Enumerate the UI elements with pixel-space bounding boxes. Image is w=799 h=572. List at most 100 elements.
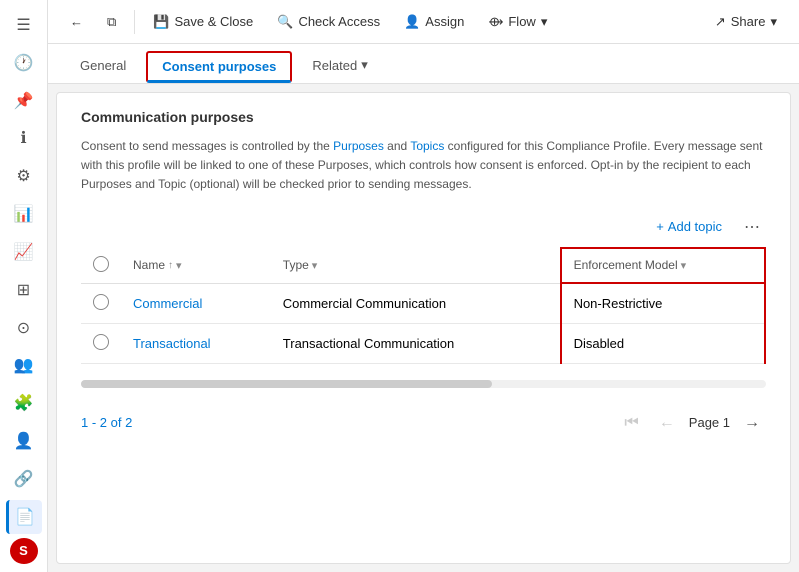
- assign-button[interactable]: 👤 Assign: [394, 10, 474, 34]
- info-icon: ℹ: [20, 128, 26, 148]
- person-add-item[interactable]: 👤: [6, 424, 42, 458]
- row1-check[interactable]: [81, 283, 121, 323]
- transactional-link[interactable]: Transactional: [133, 336, 211, 351]
- share-icon: ↗: [715, 14, 726, 30]
- type-filter-icon: ▾: [312, 259, 318, 272]
- table-row: Commercial Commercial Communication Non-…: [81, 283, 765, 323]
- gear-icon: ⚙: [16, 166, 30, 186]
- flow-dropdown-icon: ▾: [541, 14, 548, 30]
- name-filter-icon: ▾: [176, 259, 182, 272]
- share-button[interactable]: ↗ Share ▾: [705, 10, 787, 34]
- trend-icon: 📈: [14, 242, 34, 262]
- related-dropdown-icon: ▾: [361, 57, 368, 73]
- row2-radio[interactable]: [93, 334, 109, 350]
- add-topic-plus-icon: +: [656, 219, 664, 234]
- pagination: 1 - 2 of 2 ⏮ ← Page 1 →: [81, 404, 766, 442]
- flow-icon: ⟴: [488, 14, 503, 30]
- tab-related[interactable]: Related ▾: [296, 49, 383, 83]
- add-topic-button[interactable]: + Add topic: [648, 215, 730, 238]
- info-item[interactable]: ℹ: [6, 121, 42, 155]
- trend-item[interactable]: 📈: [6, 235, 42, 269]
- page-range-label: 1 - 2 of 2: [81, 415, 132, 430]
- check-access-icon: 🔍: [277, 14, 293, 30]
- prev-page-icon: ←: [659, 414, 675, 431]
- toolbar: ← ⧉ 💾 Save & Close 🔍 Check Access 👤 Assi…: [48, 0, 799, 44]
- table-row: Transactional Transactional Communicatio…: [81, 323, 765, 363]
- scroll-bar[interactable]: [81, 380, 766, 388]
- toggle-icon: ⊙: [17, 318, 30, 338]
- table-actions: + Add topic ⋯: [81, 215, 766, 239]
- back-button[interactable]: ←: [60, 10, 93, 33]
- checkbox-column-header: [81, 248, 121, 284]
- section-title: Communication purposes: [81, 109, 766, 125]
- puzzle-icon: 🧩: [14, 393, 34, 413]
- row2-check[interactable]: [81, 323, 121, 363]
- chart-icon: 📊: [14, 204, 34, 224]
- save-close-label: Save & Close: [174, 14, 253, 29]
- page-label: Page 1: [689, 415, 730, 430]
- sidebar: ☰ 🕐 📌 ℹ ⚙ 📊 📈 ⊞ ⊙ 👥 🧩 👤 🔗 📄 S: [0, 0, 48, 572]
- row2-type: Transactional Communication: [271, 323, 561, 363]
- user-avatar[interactable]: S: [10, 538, 38, 564]
- add-topic-label: Add topic: [668, 219, 722, 234]
- grid-item[interactable]: ⊞: [6, 273, 42, 307]
- clock-icon: 🕐: [14, 53, 34, 73]
- tab-consent-purposes[interactable]: Consent purposes: [146, 51, 292, 83]
- person-add-icon: 👤: [14, 431, 34, 451]
- main-content: ← ⧉ 💾 Save & Close 🔍 Check Access 👤 Assi…: [48, 0, 799, 572]
- window-button[interactable]: ⧉: [97, 10, 126, 34]
- chart-item[interactable]: 📊: [6, 197, 42, 231]
- back-icon: ←: [70, 14, 83, 29]
- separator-1: [134, 10, 135, 34]
- row1-type: Commercial Communication: [271, 283, 561, 323]
- next-page-icon: →: [744, 414, 760, 431]
- puzzle-item[interactable]: 🧩: [6, 386, 42, 420]
- name-column-header[interactable]: Name ↑ ▾: [121, 248, 271, 284]
- data-table: Name ↑ ▾ Type ▾ Enforcement Model: [81, 247, 766, 364]
- info-text: Consent to send messages is controlled b…: [81, 137, 766, 195]
- enforcement-column-header[interactable]: Enforcement Model ▾: [561, 248, 765, 284]
- pin-item[interactable]: 📌: [6, 84, 42, 118]
- tab-bar: General Consent purposes Related ▾: [48, 44, 799, 84]
- type-column-header[interactable]: Type ▾: [271, 248, 561, 284]
- share-label: Share: [731, 14, 766, 29]
- next-page-button[interactable]: →: [738, 412, 766, 434]
- page-nav: ⏮ ← Page 1 →: [618, 412, 766, 434]
- clock-item[interactable]: 🕐: [6, 46, 42, 80]
- save-icon: 💾: [153, 14, 169, 30]
- content-area: Communication purposes Consent to send m…: [56, 92, 791, 564]
- flow-label: Flow: [508, 14, 535, 29]
- save-close-button[interactable]: 💾 Save & Close: [143, 10, 263, 34]
- doc-item[interactable]: 📄: [6, 500, 42, 534]
- topics-link[interactable]: Topics: [410, 139, 444, 153]
- prev-page-button[interactable]: ←: [653, 412, 681, 434]
- assign-icon: 👤: [404, 14, 420, 30]
- purposes-link[interactable]: Purposes: [333, 139, 384, 153]
- share-dropdown-icon: ▾: [770, 14, 777, 30]
- settings-item[interactable]: ⚙: [6, 159, 42, 193]
- people-item[interactable]: 👥: [6, 348, 42, 382]
- check-access-label: Check Access: [298, 14, 380, 29]
- enforcement-filter-icon: ▾: [681, 259, 687, 272]
- flow-button[interactable]: ⟴ Flow ▾: [478, 10, 557, 34]
- ellipsis-icon: ⋯: [744, 219, 760, 236]
- assign-label: Assign: [425, 14, 464, 29]
- commercial-link[interactable]: Commercial: [133, 296, 202, 311]
- hamburger-menu[interactable]: ☰: [6, 8, 42, 42]
- row2-name[interactable]: Transactional: [121, 323, 271, 363]
- link-item[interactable]: 🔗: [6, 462, 42, 496]
- people-icon: 👥: [14, 355, 34, 375]
- doc-icon: 📄: [15, 507, 35, 527]
- more-options-button[interactable]: ⋯: [738, 215, 766, 239]
- row1-radio[interactable]: [93, 294, 109, 310]
- toggle-item[interactable]: ⊙: [6, 311, 42, 345]
- row1-enforcement: Non-Restrictive: [561, 283, 765, 323]
- hamburger-icon: ☰: [16, 15, 30, 35]
- tab-general[interactable]: General: [64, 50, 142, 83]
- header-radio[interactable]: [93, 256, 109, 272]
- row2-enforcement: Disabled: [561, 323, 765, 363]
- row1-name[interactable]: Commercial: [121, 283, 271, 323]
- scroll-thumb[interactable]: [81, 380, 492, 388]
- check-access-button[interactable]: 🔍 Check Access: [267, 10, 390, 34]
- first-page-button[interactable]: ⏮: [618, 412, 644, 434]
